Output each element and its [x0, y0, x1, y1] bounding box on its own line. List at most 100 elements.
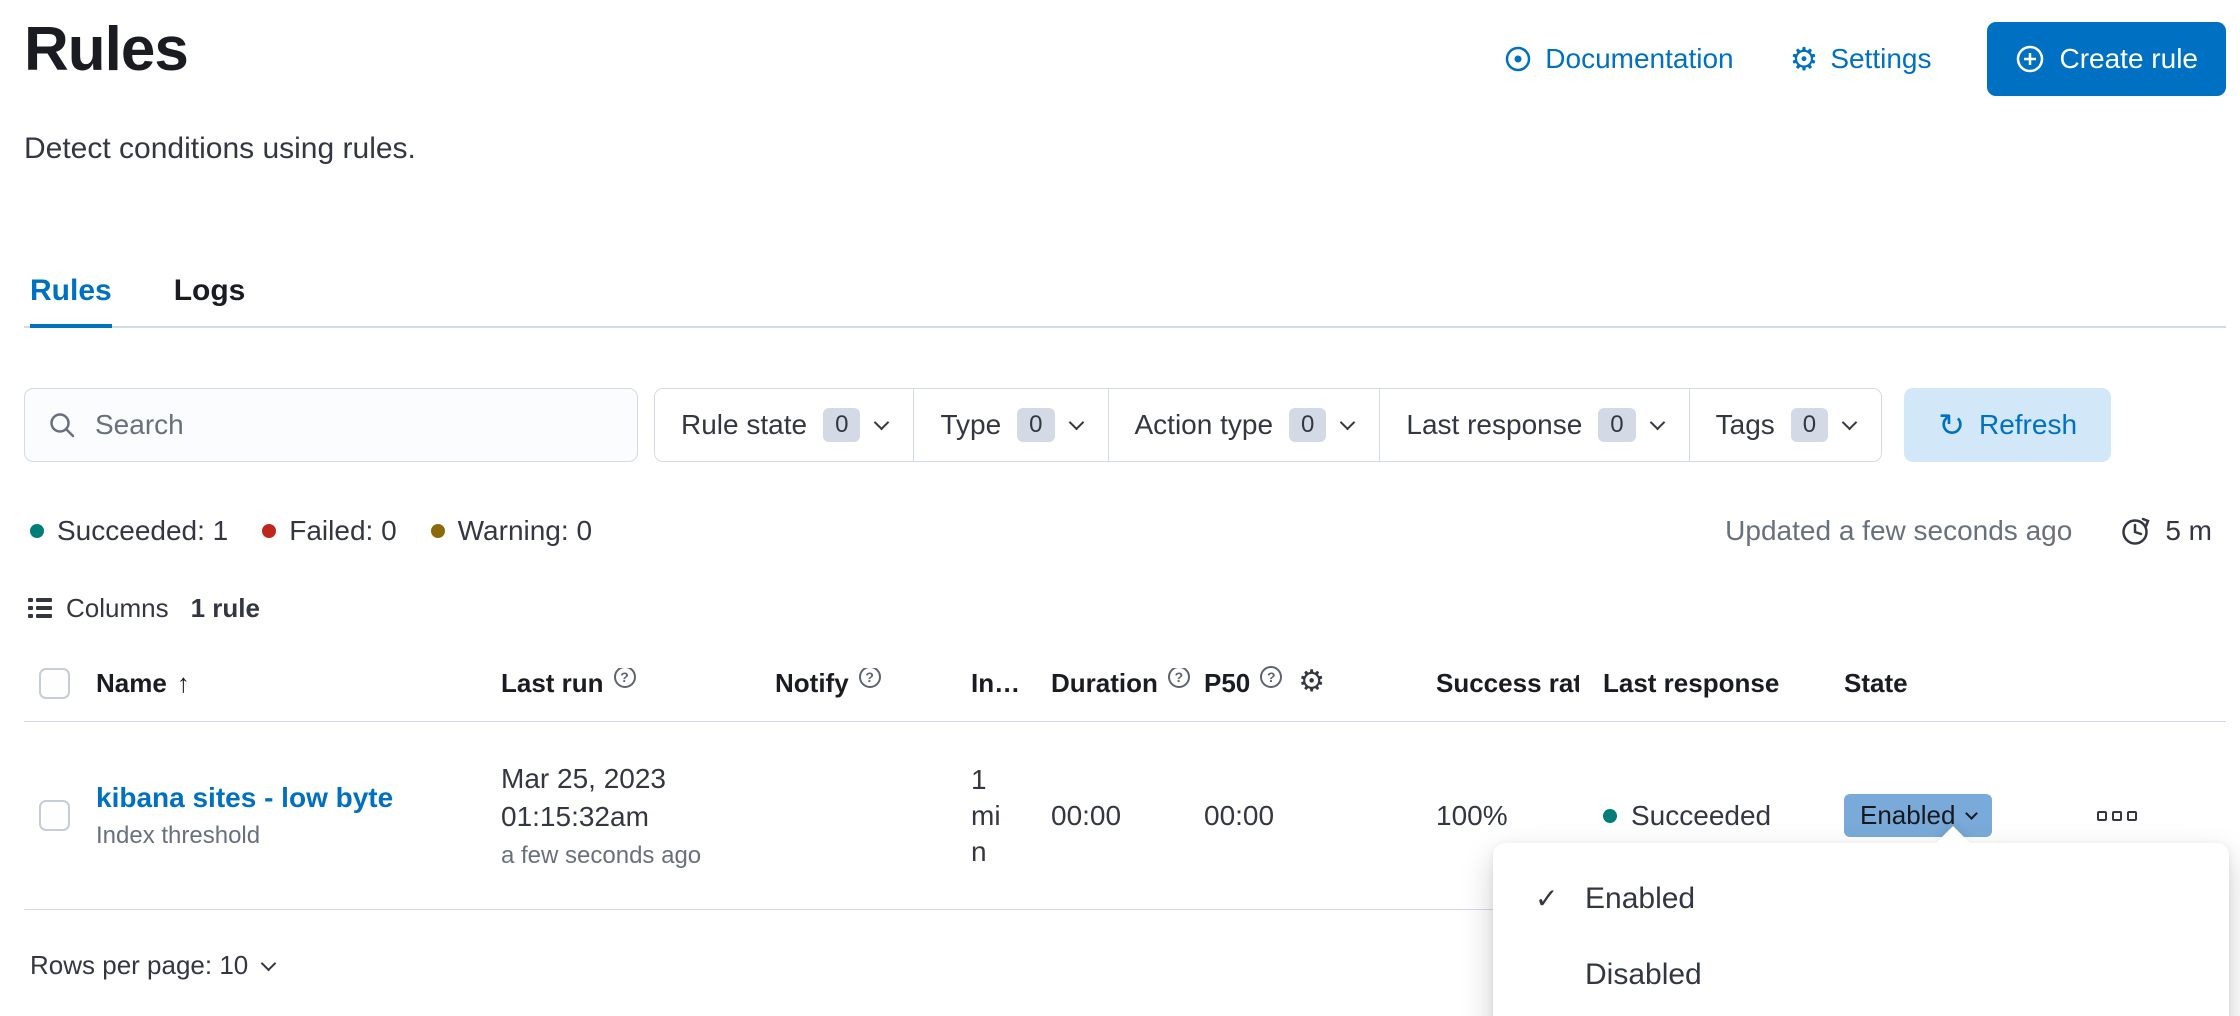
search-icon	[47, 410, 77, 440]
cell-name: kibana sites - low byte Index threshold	[96, 782, 501, 850]
cell-duration: 00:00	[1051, 800, 1204, 832]
state-header-label: State	[1844, 668, 1908, 699]
rule-name-link[interactable]: kibana sites - low byte	[96, 782, 408, 814]
column-header-notify: Notify ?	[775, 668, 971, 699]
chevron-down-icon	[261, 955, 277, 971]
column-header-success-rate: Success rate	[1436, 668, 1603, 699]
tab-rules[interactable]: Rules	[30, 274, 112, 326]
settings-label: Settings	[1830, 43, 1931, 75]
warning-dot-icon	[431, 524, 445, 538]
cell-state: Enabled	[1844, 794, 2077, 837]
status-failed: Failed: 0	[262, 515, 396, 547]
refresh-label: Refresh	[1979, 409, 2077, 441]
last-run-header-label: Last run	[501, 668, 604, 699]
filter-action-type[interactable]: Action type 0	[1108, 389, 1380, 461]
table-toolbar: Columns 1 rule	[27, 590, 2226, 626]
search-box	[24, 388, 638, 462]
cell-p50: 00:00	[1204, 800, 1436, 832]
filter-rule-state-count: 0	[823, 408, 860, 442]
chevron-down-icon	[874, 415, 890, 431]
columns-label: Columns	[66, 593, 169, 624]
filter-action-type-label: Action type	[1135, 409, 1274, 441]
filter-type-label: Type	[940, 409, 1001, 441]
filter-group: Rule state 0 Type 0 Action type 0 Last r…	[654, 388, 1882, 462]
last-run-time: 01:15:32am	[501, 798, 775, 836]
filter-tags-label: Tags	[1716, 409, 1775, 441]
gear-icon: ⚙	[1790, 43, 1819, 75]
header-actions: Documentation ⚙ Settings Create rule	[1503, 22, 2226, 96]
documentation-label: Documentation	[1545, 43, 1733, 75]
tabs: Rules Logs	[24, 274, 2226, 328]
row-actions-button[interactable]	[2077, 811, 2157, 821]
filter-rule-state[interactable]: Rule state 0	[655, 389, 913, 461]
updated-text: Updated a few seconds ago	[1725, 515, 2072, 547]
question-in-circle-icon[interactable]: ?	[859, 668, 881, 688]
state-option-disabled[interactable]: Disabled	[1493, 937, 2229, 1013]
failed-label: Failed: 0	[289, 515, 396, 547]
last-response-value: Succeeded	[1631, 800, 1771, 832]
filter-rule-state-label: Rule state	[681, 409, 807, 441]
settings-link[interactable]: ⚙ Settings	[1790, 43, 1932, 75]
filter-tags[interactable]: Tags 0	[1689, 389, 1882, 461]
tab-logs[interactable]: Logs	[174, 274, 246, 326]
state-option-enabled[interactable]: ✓ Enabled	[1493, 861, 2229, 937]
row-checkbox-cell	[24, 800, 96, 831]
state-option-enabled-label: Enabled	[1585, 881, 1695, 917]
cell-interval: 1 min	[971, 762, 1051, 870]
filter-tags-count: 0	[1791, 408, 1828, 442]
succeeded-dot-icon	[1603, 809, 1617, 823]
notify-header-label: Notify	[775, 668, 849, 699]
create-rule-label: Create rule	[2059, 43, 2198, 75]
filter-last-response[interactable]: Last response 0	[1379, 389, 1688, 461]
question-in-circle-icon[interactable]: ?	[1260, 666, 1282, 688]
auto-refresh-control[interactable]: 5 m	[2118, 514, 2212, 548]
select-all-checkbox[interactable]	[39, 668, 70, 699]
create-rule-button[interactable]: Create rule	[1987, 22, 2226, 96]
filter-last-response-count: 0	[1598, 408, 1635, 442]
columns-button[interactable]: Columns	[27, 593, 169, 624]
column-header-state: State	[1844, 668, 2077, 699]
refresh-icon: ↻	[1938, 409, 1965, 441]
tab-rules-label: Rules	[30, 274, 112, 307]
auto-refresh-label: 5 m	[2165, 515, 2212, 547]
header-checkbox-cell	[24, 668, 96, 699]
status-summary-row: Succeeded: 1 Failed: 0 Warning: 0 Update…	[30, 514, 2226, 548]
chevron-down-icon	[1966, 807, 1979, 820]
column-header-duration: Duration ?	[1051, 668, 1204, 699]
column-header-last-response: Last response	[1603, 668, 1844, 699]
state-dropdown-button[interactable]: Enabled	[1844, 794, 1992, 837]
filter-last-response-label: Last response	[1406, 409, 1582, 441]
state-option-disabled-label: Disabled	[1585, 957, 1702, 993]
failed-dot-icon	[262, 524, 276, 538]
boxes-horizontal-icon	[2097, 811, 2107, 821]
filter-bar: Rule state 0 Type 0 Action type 0 Last r…	[24, 388, 2226, 462]
row-checkbox[interactable]	[39, 800, 70, 831]
rule-type-label: Index threshold	[96, 822, 501, 850]
succeeded-label: Succeeded: 1	[57, 515, 228, 547]
page-title: Rules	[24, 14, 188, 85]
refresh-button[interactable]: ↻ Refresh	[1904, 388, 2111, 462]
check-icon: ✓	[1535, 881, 1565, 917]
filter-type[interactable]: Type 0	[913, 389, 1107, 461]
page-header: Rules Documentation ⚙ Settings Create ru…	[24, 14, 2226, 96]
rows-per-page-button[interactable]: Rows per page: 10	[30, 950, 274, 981]
column-header-p50: P50 ? ⚙	[1204, 666, 1436, 701]
rule-count-label: 1 rule	[191, 593, 260, 624]
documentation-link[interactable]: Documentation	[1503, 43, 1733, 75]
search-input[interactable]	[93, 408, 615, 442]
state-value: Enabled	[1860, 800, 1955, 831]
p50-settings-gear-icon[interactable]: ⚙	[1298, 666, 1325, 699]
interval-value: 1 min	[971, 762, 1011, 870]
interval-header-label: Interval	[971, 668, 1027, 699]
chevron-down-icon	[1340, 415, 1356, 431]
question-in-circle-icon[interactable]: ?	[1168, 668, 1190, 688]
documentation-icon	[1503, 44, 1533, 74]
question-in-circle-icon[interactable]: ?	[614, 668, 636, 688]
column-header-name[interactable]: Name ↑	[96, 668, 501, 699]
sort-ascending-icon: ↑	[177, 668, 190, 699]
status-warning: Warning: 0	[431, 515, 592, 547]
cell-last-run: Mar 25, 2023 01:15:32am a few seconds ag…	[501, 760, 775, 872]
column-header-interval: Interval	[971, 668, 1051, 699]
status-succeeded: Succeeded: 1	[30, 515, 228, 547]
chevron-down-icon	[1649, 415, 1665, 431]
